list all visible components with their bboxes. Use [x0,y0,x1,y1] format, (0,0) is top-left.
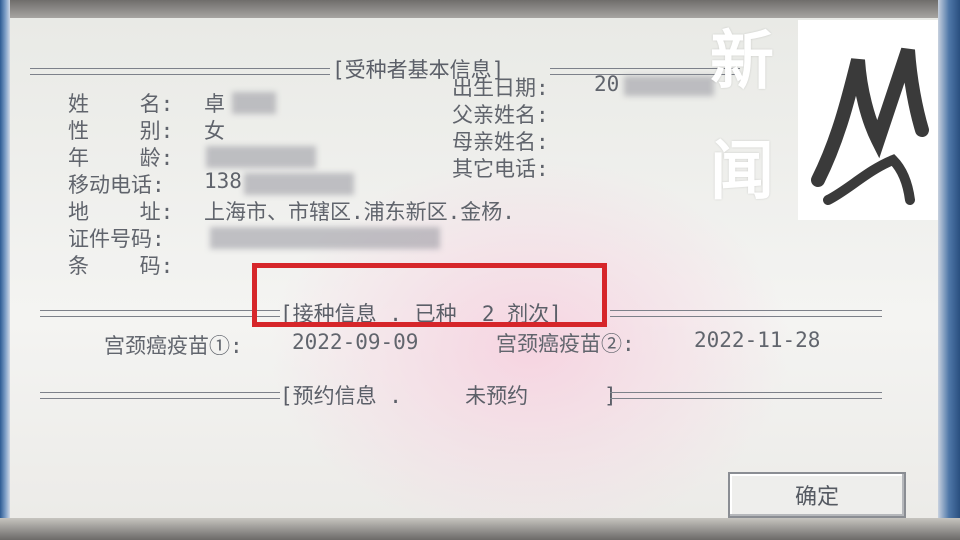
gender-value: 女 [204,119,225,143]
hpv-dose-1-label: 宫颈癌疫苗①: [104,334,243,358]
birth-date-value: 20 [594,72,620,96]
birth-date-label: 出生日期: [452,76,549,100]
redacted-mobile [244,173,354,195]
hpv-dose-2-label: 宫颈癌疫苗②: [496,332,635,356]
monitor-bezel-left [0,0,10,540]
redacted-age [206,146,316,168]
monitor-bezel-right [938,0,960,540]
confirm-button[interactable]: 确定 [728,472,906,518]
vaccination-divider-right [610,310,882,317]
watermark-panel [798,20,938,220]
mobile-value: 138 [204,169,242,193]
highlight-box [252,263,607,327]
section-divider-left [30,68,330,75]
other-phone-label: 其它电话: [452,157,549,181]
mother-name-label: 母亲姓名: [452,130,549,154]
gender-label: 性 别: [68,119,174,143]
hpv-dose-2-date: 2022-11-28 [694,328,821,352]
brush-stroke-logo-icon [811,47,929,205]
name-value: 卓 [204,92,225,116]
vaccination-divider-left [40,310,280,317]
address-value: 上海市、市辖区.浦东新区.金杨. [204,200,515,224]
photo-frame-top [0,0,960,18]
address-label: 地 址: [68,200,174,224]
appointment-info-header: [预约信息 . 未预约 ] [280,384,617,408]
name-label: 姓 名: [68,92,174,116]
redacted-id-number [210,227,440,249]
mobile-label: 移动电话: [68,173,165,197]
id-number-label: 证件号码: [68,227,165,251]
redacted-birth-date [624,76,714,96]
age-label: 年 龄: [68,146,174,170]
appointment-divider-right [610,392,882,399]
redacted-name [232,92,276,114]
photo-frame-bottom [0,518,960,540]
watermark-char-1: 新 [710,25,774,99]
news-watermark: 新 闻 [702,20,938,220]
watermark-char-2: 闻 [710,135,774,209]
father-name-label: 父亲姓名: [452,103,549,127]
appointment-divider-left [40,392,280,399]
barcode-label: 条 码: [68,254,174,278]
hpv-dose-1-date: 2022-09-09 [292,330,419,354]
